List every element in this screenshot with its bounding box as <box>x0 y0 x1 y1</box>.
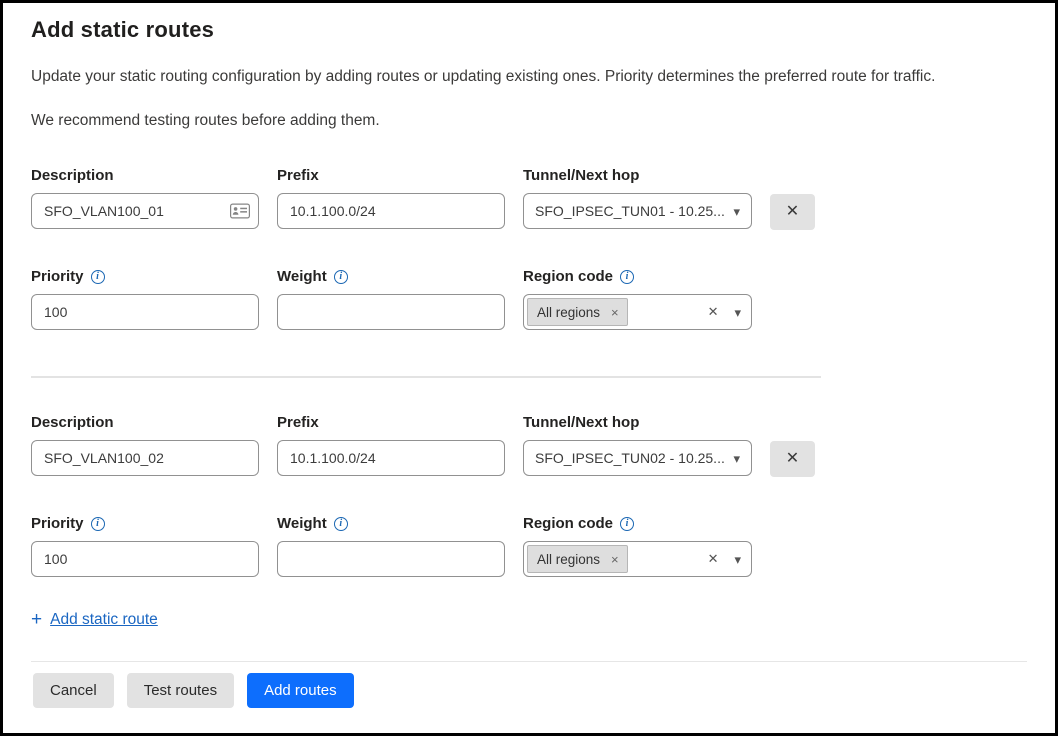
add-routes-button[interactable]: Add routes <box>247 673 354 708</box>
route-2-tunnel-field: Tunnel/Next hop SFO_IPSEC_TUN02 - 10.25.… <box>523 414 752 476</box>
priority-input[interactable] <box>31 541 259 577</box>
priority-label: Priority <box>31 268 84 285</box>
prefix-input[interactable] <box>277 193 505 229</box>
tunnel-select-value: SFO_IPSEC_TUN01 - 10.25... <box>535 203 733 219</box>
tunnel-select-value: SFO_IPSEC_TUN02 - 10.25... <box>535 450 733 466</box>
remove-tag-icon[interactable]: × <box>611 552 619 567</box>
close-icon: ✕ <box>786 451 799 467</box>
dialog-content: Add static routes Update your static rou… <box>3 3 1055 629</box>
add-static-routes-dialog: Add static routes Update your static rou… <box>0 0 1058 736</box>
route-1-weight-field: Weight i <box>277 268 505 330</box>
description-label: Description <box>31 414 259 431</box>
route-2-weight-field: Weight i <box>277 515 505 577</box>
contact-card-icon[interactable] <box>230 204 250 219</box>
weight-input[interactable] <box>277 541 505 577</box>
region-code-label: Region code <box>523 268 613 285</box>
add-static-route-row: + Add static route <box>31 610 1027 629</box>
route-1-tunnel-field: Tunnel/Next hop SFO_IPSEC_TUN01 - 10.25.… <box>523 167 752 229</box>
tunnel-label: Tunnel/Next hop <box>523 167 752 184</box>
tunnel-select[interactable]: SFO_IPSEC_TUN01 - 10.25... ▾ <box>523 193 752 229</box>
route-1-prefix-field: Prefix <box>277 167 505 229</box>
close-icon: ✕ <box>786 204 799 220</box>
region-tag: All regions × <box>527 545 628 573</box>
route-1-description-field: Description <box>31 167 259 229</box>
route-2-description-field: Description <box>31 414 259 476</box>
info-icon[interactable]: i <box>620 270 634 284</box>
region-tag: All regions × <box>527 298 628 326</box>
weight-input[interactable] <box>277 294 505 330</box>
route-1-region-field: Region code i All regions × ✕ ▾ <box>523 268 752 330</box>
priority-label: Priority <box>31 515 84 532</box>
info-icon[interactable]: i <box>620 517 634 531</box>
weight-label: Weight <box>277 268 327 285</box>
tunnel-select[interactable]: SFO_IPSEC_TUN02 - 10.25... ▾ <box>523 440 752 476</box>
route-2-row-2: Priority i Weight i Region code i <box>31 515 1027 577</box>
route-1-priority-field: Priority i <box>31 268 259 330</box>
prefix-label: Prefix <box>277 167 505 184</box>
region-tag-label: All regions <box>537 305 600 320</box>
route-2-row-1: Description Prefix Tunnel/Next hop SFO_I… <box>31 414 1027 477</box>
prefix-input[interactable] <box>277 440 505 476</box>
description-input-wrap <box>31 193 259 229</box>
priority-input[interactable] <box>31 294 259 330</box>
chevron-down-icon: ▾ <box>733 452 740 465</box>
page-title: Add static routes <box>31 17 1027 43</box>
route-2-priority-field: Priority i <box>31 515 259 577</box>
region-code-label: Region code <box>523 515 613 532</box>
description-label: Description <box>31 167 259 184</box>
chevron-down-icon: ▾ <box>733 205 740 218</box>
remove-tag-icon[interactable]: × <box>611 305 619 320</box>
dialog-note: We recommend testing routes before addin… <box>31 111 1027 131</box>
tunnel-label: Tunnel/Next hop <box>523 414 752 431</box>
route-2-region-field: Region code i All regions × ✕ ▾ <box>523 515 752 577</box>
info-icon[interactable]: i <box>334 270 348 284</box>
info-icon[interactable]: i <box>91 270 105 284</box>
dialog-description: Update your static routing configuration… <box>31 67 1027 87</box>
prefix-label: Prefix <box>277 414 505 431</box>
chevron-down-icon: ▾ <box>734 553 741 566</box>
region-code-select[interactable]: All regions × ✕ ▾ <box>523 541 752 577</box>
info-icon[interactable]: i <box>334 517 348 531</box>
chevron-down-icon: ▾ <box>734 306 741 319</box>
route-divider <box>31 376 821 378</box>
remove-route-button[interactable]: ✕ <box>770 441 815 477</box>
add-static-route-link[interactable]: Add static route <box>50 611 158 629</box>
route-1-row-1: Description Prefix <box>31 167 1027 230</box>
info-icon[interactable]: i <box>91 517 105 531</box>
region-tag-label: All regions <box>537 552 600 567</box>
dialog-footer: Cancel Test routes Add routes <box>3 661 1055 733</box>
region-code-select[interactable]: All regions × ✕ ▾ <box>523 294 752 330</box>
route-1-row-2: Priority i Weight i Region code i <box>31 268 1027 330</box>
description-input[interactable] <box>31 193 259 229</box>
plus-icon: + <box>31 610 42 629</box>
clear-selection-icon[interactable]: ✕ <box>708 304 719 320</box>
description-input[interactable] <box>31 440 259 476</box>
route-2-prefix-field: Prefix <box>277 414 505 476</box>
remove-route-button[interactable]: ✕ <box>770 194 815 230</box>
test-routes-button[interactable]: Test routes <box>127 673 234 708</box>
weight-label: Weight <box>277 515 327 532</box>
cancel-button[interactable]: Cancel <box>33 673 114 708</box>
clear-selection-icon[interactable]: ✕ <box>708 551 719 567</box>
